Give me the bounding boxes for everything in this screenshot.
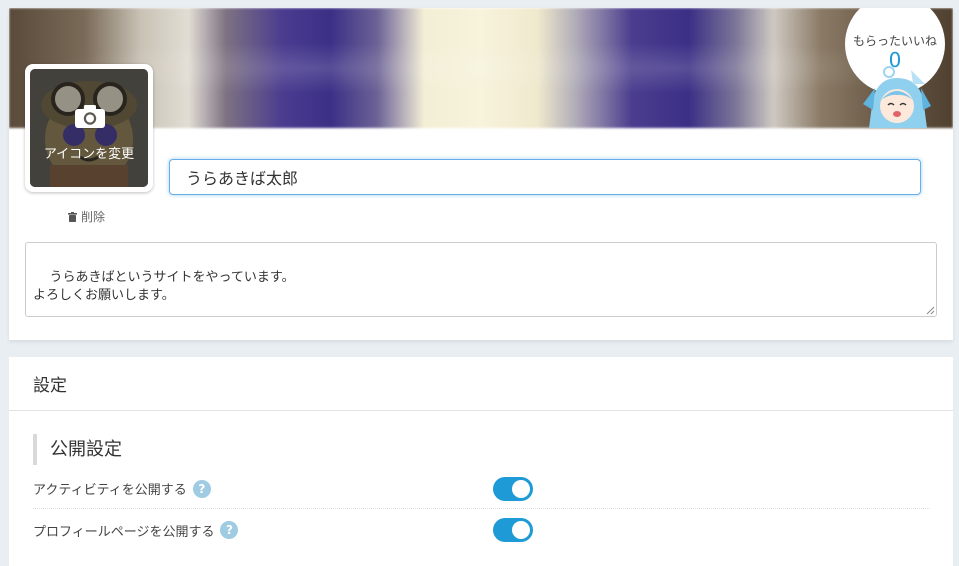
question-icon[interactable]: ?: [192, 479, 211, 498]
avatar-image: アイコンを変更: [30, 69, 148, 187]
divider: [9, 410, 953, 411]
setting-label: アクティビティを公開する: [33, 483, 187, 498]
resize-grip-icon[interactable]: [926, 306, 935, 315]
settings-title: 設定: [33, 376, 67, 396]
settings-card: 設定 公開設定 アクティビティを公開する ? プロフィールページを公開する ?: [9, 357, 953, 566]
toggle-knob: [512, 521, 530, 539]
likes-badge: もらったいいね 0: [845, 8, 945, 128]
setting-row-profile-page: プロフィールページを公開する ?: [33, 510, 930, 550]
delete-avatar-button[interactable]: 削除: [68, 208, 105, 225]
activity-public-toggle[interactable]: [493, 477, 533, 501]
toggle-knob: [512, 480, 530, 498]
section-heading: 公開設定: [33, 434, 122, 465]
bio-textarea[interactable]: うらあきばというサイトをやっています。 よろしくお願いします。: [25, 242, 937, 317]
camera-icon: [75, 105, 105, 128]
profile-card: もらったいいね 0 アイコンを変更 削除 うらあきば太郎 うらあきばというサイト…: [9, 8, 953, 340]
mascot-image: [863, 66, 931, 128]
likes-label: もらったいいね: [852, 34, 937, 48]
display-name-input[interactable]: [169, 159, 921, 195]
setting-label: プロフィールページを公開する: [33, 524, 215, 540]
question-icon[interactable]: ?: [220, 521, 239, 539]
setting-row-activity: アクティビティを公開する ?: [33, 469, 930, 509]
bio-text: うらあきばというサイトをやっています。 よろしくお願いします。: [33, 270, 295, 303]
avatar-upload[interactable]: アイコンを変更: [25, 64, 153, 192]
change-icon-label: アイコンを変更: [43, 147, 135, 162]
trash-icon: [68, 211, 77, 222]
profile-page-public-toggle[interactable]: [493, 518, 533, 542]
delete-label: 削除: [81, 210, 106, 224]
